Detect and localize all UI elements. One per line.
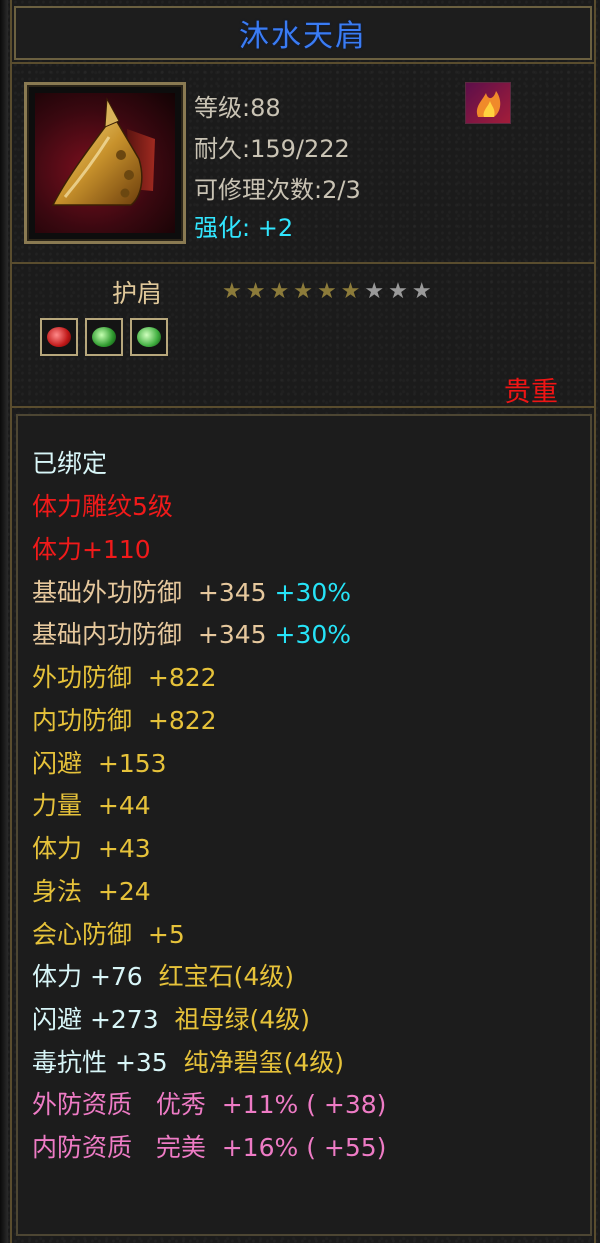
quality1-line: 外防资质 优秀 +11% ( +38) — [32, 1090, 387, 1119]
attr-value: +345 — [197, 620, 267, 649]
star-filled-icon: ★ — [340, 279, 361, 304]
attr-label: 基础内功防御 — [32, 620, 183, 649]
item-icon-frame[interactable] — [24, 82, 186, 244]
star-filled-icon: ★ — [222, 279, 242, 304]
star-rating: ★ ★ ★ ★ ★ ★ ★ ★ ★ — [222, 279, 432, 305]
attribute-panel: 已绑定 体力雕纹5级 体力+110 基础外功防御 +345 +30% 基础内功防… — [16, 414, 592, 1236]
star-empty-icon: ★ — [388, 279, 408, 304]
star-filled-icon: ★ — [316, 279, 337, 304]
gem-socket-3[interactable] — [130, 318, 168, 356]
attr-label: 基础外功防御 — [32, 578, 183, 607]
rarity-label: 贵重 — [504, 377, 558, 408]
divider — [10, 406, 596, 408]
gem-name: 红宝石(4级) — [158, 962, 295, 991]
background-edge — [0, 0, 8, 1243]
enhance-text: 强化: +2 — [194, 208, 293, 243]
attr-pct: +30% — [274, 620, 352, 649]
base-int-def-line: 基础内功防御 +345 +30% — [32, 615, 351, 651]
engrave-text: 体力雕纹5级 — [32, 492, 173, 521]
strength-line: 力量 +44 — [32, 791, 151, 820]
gem-socket-2[interactable] — [85, 318, 123, 356]
agility-line: 身法 +24 — [32, 877, 151, 906]
crit-def-line: 会心防御 +5 — [32, 920, 185, 949]
attr-value: +345 — [197, 578, 267, 607]
divider — [10, 62, 596, 64]
gem3-line: 毒抗性 +35 纯净碧玺(4级) — [32, 1043, 344, 1079]
attr-pct: +30% — [274, 578, 352, 607]
gem-stat: 毒抗性 +35 — [32, 1048, 168, 1077]
divider — [10, 262, 596, 264]
bound-status: 已绑定 — [32, 449, 108, 478]
stamina-line: 体力 +43 — [32, 834, 151, 863]
durability-text: 耐久:159/222 — [194, 135, 350, 163]
star-filled-icon: ★ — [245, 279, 266, 304]
level-text: 等级:88 — [194, 94, 281, 122]
quality2-line: 内防资质 完美 +16% ( +55) — [32, 1133, 387, 1162]
gem1-line: 体力 +76 红宝石(4级) — [32, 957, 294, 993]
gem-name: 祖母绿(4级) — [174, 1005, 310, 1034]
item-tooltip: 沐水天肩 等级:88 耐久:159/222 可修理次数:2/3 强化: +2 护… — [0, 0, 600, 1243]
gem-sockets — [40, 318, 168, 356]
gem2-line: 闪避 +273 祖母绿(4级) — [32, 1000, 310, 1036]
gem-socket-1[interactable] — [40, 318, 78, 356]
flame-icon — [465, 82, 511, 124]
gem-name: 纯净碧玺(4级) — [183, 1048, 345, 1077]
ext-def-line: 外功防御 +822 — [32, 663, 217, 692]
enhance-label: 强化: — [194, 214, 251, 242]
dodge-line: 闪避 +153 — [32, 749, 167, 778]
stamina-bonus: 体力+110 — [32, 535, 151, 564]
enhance-value: +2 — [257, 214, 294, 242]
green-gem-icon — [92, 327, 116, 347]
red-gem-icon — [47, 327, 71, 347]
gem-stat: 体力 +76 — [32, 962, 143, 991]
item-type-label: 护肩 — [112, 279, 163, 308]
repair-count-text: 可修理次数:2/3 — [194, 176, 361, 204]
star-empty-icon: ★ — [364, 279, 385, 304]
green-gem-icon — [137, 327, 161, 347]
base-ext-def-line: 基础外功防御 +345 +30% — [32, 573, 351, 609]
gem-stat: 闪避 +273 — [32, 1005, 159, 1034]
shoulder-armor-icon — [35, 93, 175, 233]
item-name: 沐水天肩 — [239, 19, 367, 54]
star-empty-icon: ★ — [411, 279, 432, 304]
star-filled-icon: ★ — [293, 279, 313, 304]
int-def-line: 内功防御 +822 — [32, 706, 217, 735]
star-filled-icon: ★ — [269, 279, 290, 304]
title-bar: 沐水天肩 — [14, 6, 592, 60]
